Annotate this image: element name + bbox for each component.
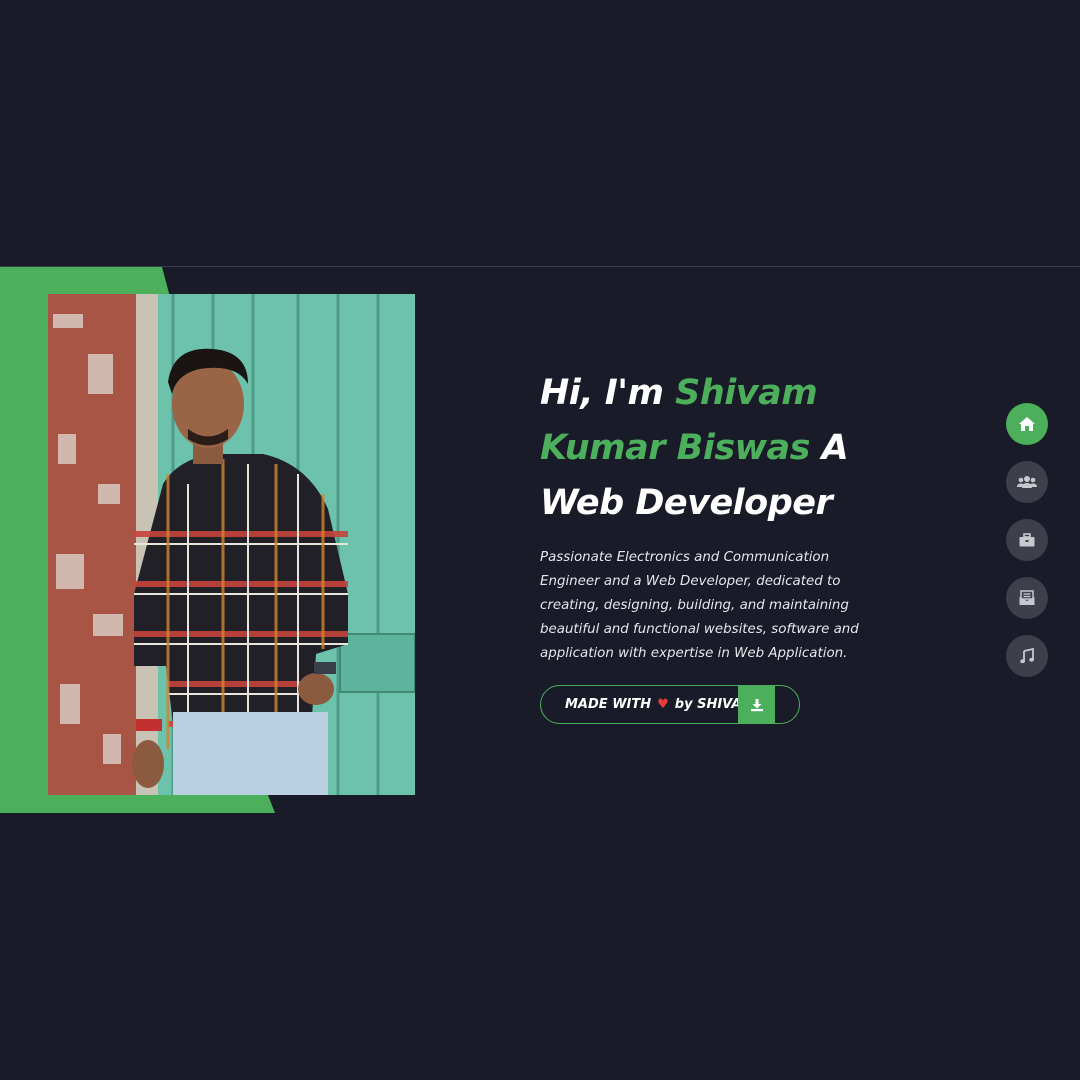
greeting-text: Hi, I'm <box>540 373 664 413</box>
accent-frame-bottom <box>0 795 275 813</box>
heart-icon: ♥ <box>657 697 669 712</box>
name-first: Shivam <box>675 373 818 413</box>
users-icon <box>1017 476 1037 488</box>
music-icon <box>1020 648 1034 664</box>
made-with-button[interactable]: MADE WITH ♥ by SHIVAM <box>540 685 800 724</box>
home-icon <box>1019 417 1035 431</box>
top-divider <box>0 266 1080 267</box>
made-with-label: MADE WITH <box>565 697 652 712</box>
nav-portfolio[interactable] <box>1006 519 1048 561</box>
name-last: Kumar Biswas <box>540 428 810 468</box>
hero-headline: Hi, I'm Shivam Kumar Biswas A Web Develo… <box>540 366 920 531</box>
nav-home[interactable] <box>1006 403 1048 445</box>
nav-about[interactable] <box>1006 461 1048 503</box>
nav-music[interactable] <box>1006 635 1048 677</box>
download-icon[interactable] <box>738 685 775 724</box>
role-text: Web Developer <box>540 483 833 523</box>
accent-frame-left <box>0 267 49 813</box>
role-prefix: A <box>821 428 849 468</box>
briefcase-icon <box>1019 533 1035 547</box>
mail-icon <box>1019 590 1035 605</box>
accent-frame-top <box>0 267 170 297</box>
profile-photo <box>48 294 415 795</box>
side-nav <box>1006 403 1048 693</box>
hero-description: Passionate Electronics and Communication… <box>540 550 859 661</box>
nav-contact[interactable] <box>1006 577 1048 619</box>
